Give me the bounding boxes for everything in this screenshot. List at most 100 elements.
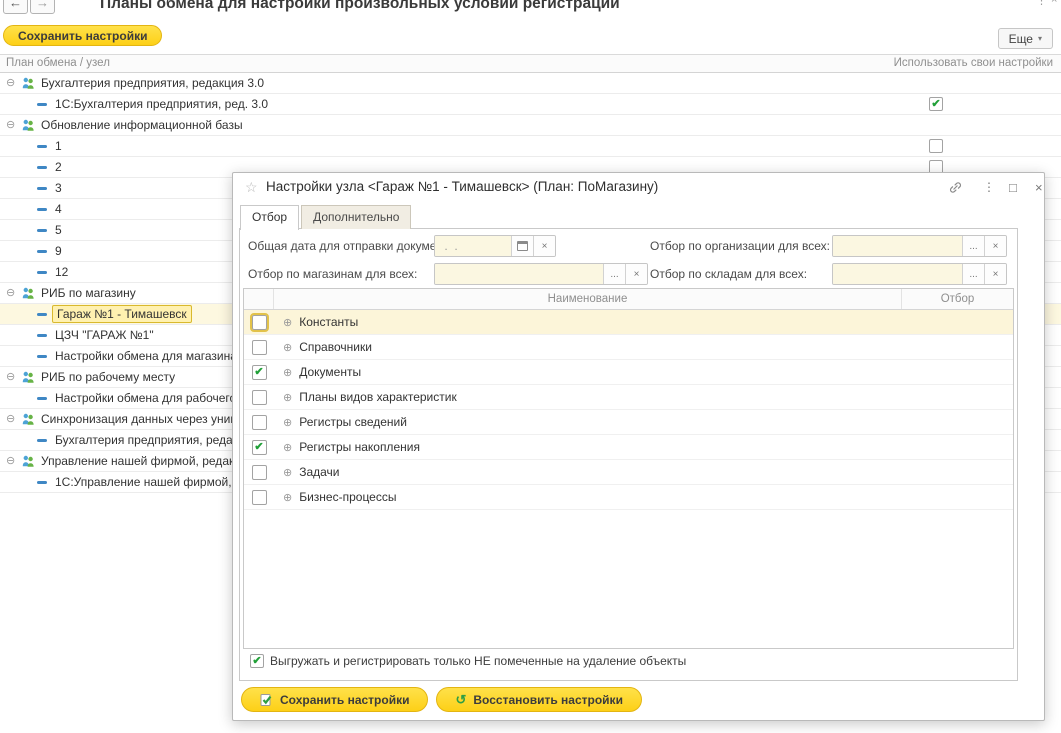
tab-additional[interactable]: Дополнительно [301,205,411,229]
expand-icon[interactable]: ⊕ [283,366,292,379]
filter-tab-panel: Общая дата для отправки документов с: . … [239,228,1018,681]
restore-icon: ↺ [455,693,466,706]
node-dash-icon [37,208,47,211]
metadata-checkbox-cell [244,340,274,355]
metadata-name: Справочники [299,340,372,354]
tree-row-label: Бухгалтерия предприятия, редакция 3.0 [41,73,264,94]
metadata-name: Константы [299,315,358,329]
dialog-close-icon[interactable]: × [1035,180,1043,195]
node-dash-icon [37,355,47,358]
collapse-icon[interactable]: ⊖ [6,409,15,430]
warehouse-clear-button[interactable]: × [984,264,1006,284]
common-date-input[interactable]: . . [435,236,511,256]
shop-lookup-button[interactable]: ... [603,264,625,284]
metadata-row[interactable]: ⊕Задачи [244,460,1013,485]
expand-icon[interactable]: ⊕ [283,316,292,329]
node-dash-icon [37,397,47,400]
dialog-maximize-icon[interactable]: □ [1009,180,1017,195]
own-settings-checkbox[interactable] [929,139,943,153]
dialog-menu-icon[interactable]: ⋮ [983,180,995,194]
shop-filter-input[interactable] [435,264,603,284]
expand-icon[interactable]: ⊕ [283,341,292,354]
metadata-row[interactable]: ⊕ Константы [244,310,1013,335]
dialog-title: Настройки узла <Гараж №1 - Тимашевск> (П… [266,179,658,194]
collapse-icon[interactable]: ⊖ [6,115,15,136]
warehouse-filter-input[interactable] [833,264,962,284]
org-clear-button[interactable]: × [984,236,1006,256]
window-close-icon[interactable]: × [1051,0,1057,6]
metadata-checkbox[interactable] [252,315,267,330]
metadata-table: Наименование Отбор ⊕ Константы ⊕ Справочник… [243,288,1014,649]
metadata-checkbox[interactable]: ✔ [252,440,267,455]
tree-row-label: Обновление информационной базы [41,115,243,136]
metadata-checkbox-cell [244,415,274,430]
save-settings-button[interactable]: Сохранить настройки [3,25,162,46]
node-dash-icon [37,481,47,484]
collapse-icon[interactable]: ⊖ [6,73,15,94]
node-dash-icon [37,145,47,148]
tab-filter[interactable]: Отбор [240,205,299,230]
restore-settings-button[interactable]: ↺ Восстановить настройки [436,687,641,712]
shop-clear-button[interactable]: × [625,264,647,284]
expand-icon[interactable]: ⊕ [283,416,292,429]
collapse-icon[interactable]: ⊖ [6,283,15,304]
metadata-row[interactable]: ⊕Регистры сведений [244,410,1013,435]
tree-row-label: 12 [55,262,68,283]
link-icon[interactable] [949,181,962,197]
metadata-checkbox[interactable] [252,490,267,505]
metadata-row[interactable]: ⊕Бизнес-процессы [244,485,1013,510]
metadata-checkbox[interactable] [252,390,267,405]
metadata-checkbox[interactable] [252,465,267,480]
exchange-plan-icon [21,118,35,132]
org-filter-input[interactable] [833,236,962,256]
metadata-row[interactable]: ⊕ Планы видов характеристик [244,385,1013,410]
tree-node-row[interactable]: 1С:Бухгалтерия предприятия, ред. 3.0 ✔ [0,94,1061,115]
metadata-checkbox[interactable] [252,340,267,355]
favorite-star-icon[interactable]: ☆ [245,179,258,196]
metadata-row[interactable]: ✔⊕Документы [244,360,1013,385]
shop-filter-field: ... × [434,263,648,285]
main-window: ← → Планы обмена для настройки произволь… [0,0,1061,733]
not-deleted-only-checkbox[interactable]: ✔ Выгружать и регистрировать только НЕ п… [250,654,686,668]
warehouse-lookup-button[interactable]: ... [962,264,984,284]
forward-button[interactable]: → [30,0,55,14]
tree-row-label: 1С:Бухгалтерия предприятия, ред. 3.0 [55,94,268,115]
page-title: Планы обмена для настройки произвольных … [100,0,620,13]
metadata-checkbox-cell: ✔ [244,440,274,455]
collapse-icon[interactable]: ⊖ [6,367,15,388]
node-settings-dialog: ☆ Настройки узла <Гараж №1 - Тимашевск> … [232,172,1045,721]
org-lookup-button[interactable]: ... [962,236,984,256]
metadata-checkbox[interactable] [252,415,267,430]
metadata-name: Регистры накопления [299,440,420,454]
tree-group-row[interactable]: ⊖ Обновление информационной базы [0,115,1061,136]
dialog-save-settings-button[interactable]: Сохранить настройки [241,687,428,712]
field-label-shop-filter: Отбор по магазинам для всех: [248,263,417,285]
clear-date-button[interactable]: × [533,236,555,256]
calendar-button[interactable] [511,236,533,256]
own-settings-checkbox[interactable]: ✔ [929,97,943,111]
tree-node-row[interactable]: 1 [0,136,1061,157]
expand-icon[interactable]: ⊕ [283,491,292,504]
column-name: Наименование [274,289,902,309]
metadata-name: Планы видов характеристик [299,390,456,404]
node-dash-icon [37,103,47,106]
back-button[interactable]: ← [3,0,28,14]
metadata-row[interactable]: ✔ ⊕ Регистры накопления [244,435,1013,460]
node-dash-icon [37,439,47,442]
tree-row-label: 1 [55,136,62,157]
expand-icon[interactable]: ⊕ [283,391,292,404]
node-dash-icon [37,313,47,316]
metadata-row[interactable]: ⊕ Справочники [244,335,1013,360]
more-button[interactable]: Еще ▾ [998,28,1053,49]
checkbox[interactable]: ✔ [250,654,264,668]
metadata-table-header: Наименование Отбор [244,289,1013,310]
save-settings-label: Сохранить настройки [18,29,147,43]
collapse-icon[interactable]: ⊖ [6,451,15,472]
expand-icon[interactable]: ⊕ [283,441,292,454]
save-icon [260,693,273,707]
window-menu-icon[interactable]: ⋮ [1036,0,1047,7]
tree-group-row[interactable]: ⊖ Бухгалтерия предприятия, редакция 3.0 [0,73,1061,94]
expand-icon[interactable]: ⊕ [283,466,292,479]
tree-row-label: РИБ по магазину [41,283,136,304]
metadata-checkbox[interactable]: ✔ [252,365,267,380]
